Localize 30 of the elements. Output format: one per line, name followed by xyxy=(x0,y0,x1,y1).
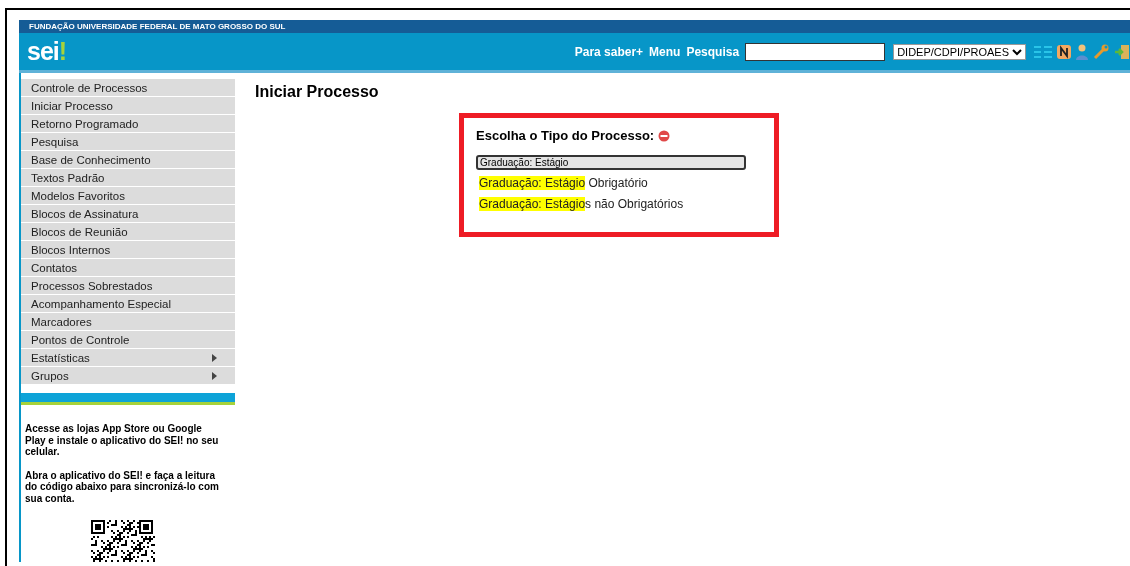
unit-select[interactable]: DIDEP/CDPI/PROAES xyxy=(893,43,1026,60)
process-type-field[interactable]: Graduação: Estágio xyxy=(476,155,746,170)
institution-name: FUNDAÇÃO UNIVERSIDADE FEDERAL DE MATO GROSSO DO SUL xyxy=(29,22,286,31)
app-info-text: Abra o aplicativo do SEI! e faça a leitura do código abaixo para sincronizá-lo com sua conta. xyxy=(25,469,220,504)
qr-code-icon xyxy=(91,520,155,562)
sidebar-item[interactable]: Grupos xyxy=(21,367,235,385)
chooser-title: Escolha o Tipo do Processo: xyxy=(476,128,655,143)
sidebar-item[interactable]: Processos Sobrestados xyxy=(21,277,235,295)
sidebar-item[interactable]: Retorno Programado xyxy=(21,115,235,133)
search-field[interactable] xyxy=(745,42,886,61)
remove-icon[interactable] xyxy=(658,129,671,142)
sidebar-item[interactable]: Controle de Processos xyxy=(21,79,235,97)
sidebar-item[interactable]: Iniciar Processo xyxy=(21,97,235,115)
note-icon[interactable] xyxy=(1057,44,1071,59)
sidebar-item[interactable]: Blocos de Reunião xyxy=(21,223,235,241)
sidebar-item[interactable]: Modelos Favoritos xyxy=(21,187,235,205)
sidebar-item[interactable]: Pesquisa xyxy=(21,133,235,151)
sidebar-item[interactable]: Acompanhamento Especial xyxy=(21,295,235,313)
sidebar-item[interactable]: Blocos de Assinatura xyxy=(21,205,235,223)
sidebar-item[interactable]: Pontos de Controle xyxy=(21,331,235,349)
sidebar-item[interactable]: Marcadores xyxy=(21,313,235,331)
chevron-down-icon[interactable] xyxy=(1012,47,1022,56)
sidebar-item[interactable]: Textos Padrão xyxy=(21,169,235,187)
sidebar-item[interactable]: Base de Conhecimento xyxy=(21,151,235,169)
sidebar-item[interactable]: Estatísticas xyxy=(21,349,235,367)
sidebar-item[interactable]: Blocos Internos xyxy=(21,241,235,259)
autocomplete-option[interactable]: Graduação: Estágio Obrigatório xyxy=(476,174,764,192)
page-title: Iniciar Processo xyxy=(255,83,380,101)
app-info-text: Acesse as lojas App Store ou Google Play e instale o aplicativo do SEI! no seu celular. xyxy=(25,423,220,458)
sidebar-item[interactable]: Contatos xyxy=(21,259,235,277)
